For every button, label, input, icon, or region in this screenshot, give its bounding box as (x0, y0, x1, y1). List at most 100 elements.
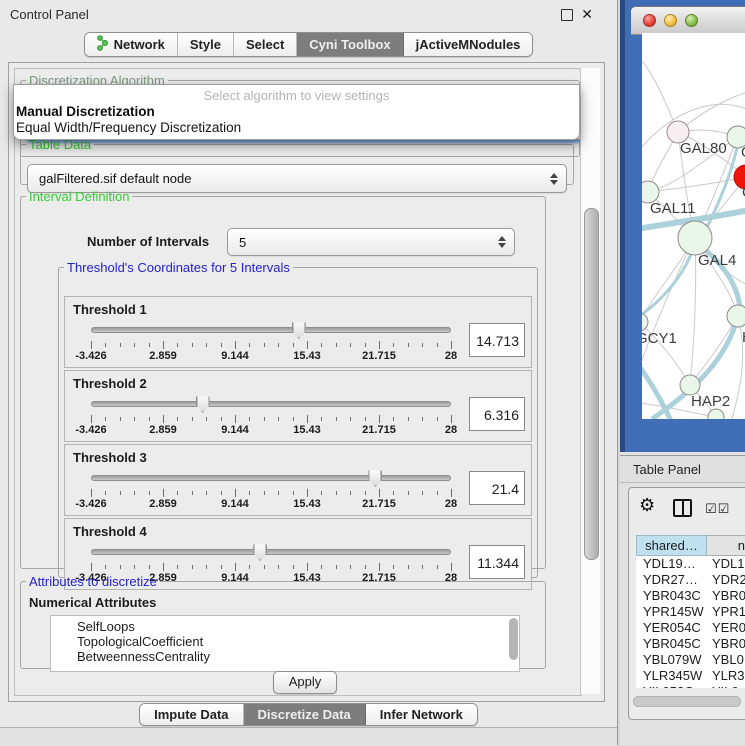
slider-tick (206, 343, 207, 347)
slider-thumb[interactable] (368, 469, 382, 487)
table-row[interactable]: YDR27…YDR2 (636, 572, 745, 588)
node-label: GAL4 (698, 252, 736, 269)
table-row[interactable]: YPR145WYPR1 (636, 604, 745, 620)
algorithm-item-equal-width[interactable]: Equal Width/Frequency Discretization (16, 120, 241, 135)
slider-tick (408, 343, 409, 347)
slider-thumb[interactable] (292, 321, 306, 339)
scrollbar-thumb[interactable] (584, 208, 599, 560)
tab-cyni-toolbox[interactable]: Cyni Toolbox (297, 33, 403, 56)
tab-cyni-toolbox-label: Cyni Toolbox (309, 37, 390, 52)
slider-tick-label: 2.859 (149, 498, 177, 510)
table-cell-name: YER0 (707, 620, 745, 636)
slider-tick (408, 565, 409, 569)
slider-tick (163, 341, 164, 349)
table-row[interactable]: YBL079WYBL0 (636, 652, 745, 668)
column-checkboxes-icon[interactable]: ☑☑ (705, 501, 730, 517)
slider-tick-label: -3.426 (75, 424, 106, 436)
slider-tick (192, 565, 193, 569)
tab-network[interactable]: Network (85, 33, 178, 56)
slider-track (91, 401, 451, 407)
algorithm-item-manual[interactable]: Manual Discretization (16, 104, 155, 119)
close-traffic-light[interactable] (643, 14, 656, 27)
network-node[interactable] (708, 409, 724, 419)
slider-tick (249, 565, 250, 569)
slider-track (91, 327, 451, 333)
table-row[interactable]: YLR345WYLR3 (636, 668, 745, 684)
attribute-list-item[interactable]: BetweennessCentrality (51, 649, 519, 664)
slider-track (91, 475, 451, 481)
apply-button[interactable]: Apply (273, 671, 337, 694)
tab-style[interactable]: Style (178, 33, 234, 56)
network-canvas[interactable]: GAL80GACGAL11GAL4GCY1HHAP2 (642, 33, 745, 419)
threshold-value-field[interactable]: 21.4 (469, 471, 525, 505)
algorithm-placeholder-item[interactable]: Select algorithm to view settings (14, 88, 579, 103)
table-row[interactable]: YER054CYER0 (636, 620, 745, 636)
threshold-slider[interactable]: -3.4262.8599.14415.4321.71528 (83, 469, 459, 511)
tab-discretize-data[interactable]: Discretize Data (244, 704, 366, 725)
slider-tick-label: 9.144 (221, 498, 249, 510)
slider-tick (264, 343, 265, 347)
number-of-intervals-combo[interactable]: 5 (227, 228, 515, 256)
network-node[interactable] (678, 221, 712, 255)
threshold-slider[interactable]: -3.4262.8599.14415.4321.71528 (83, 321, 459, 363)
slider-tick (350, 343, 351, 347)
slider-tick (235, 489, 236, 497)
slider-tick (451, 563, 452, 571)
network-node[interactable] (680, 375, 700, 395)
control-panel-footer (0, 727, 617, 746)
threshold-title: Threshold 1 (73, 302, 147, 317)
slider-tick (192, 491, 193, 495)
algorithm-dropdown-popup: Select algorithm to view settings Manual… (13, 84, 580, 140)
slider-tick (105, 565, 106, 569)
table-row[interactable]: YIL052CYIL0 (636, 684, 745, 688)
slider-tick (307, 341, 308, 349)
settings-vertical-scrollbar[interactable] (580, 68, 600, 694)
slider-tick (149, 417, 150, 421)
table-cell-shared-name: YIL052C (636, 684, 707, 688)
settings-scrollpane: Discretization Algorithm Table Data galF… (14, 68, 582, 696)
attribute-list-item[interactable]: SelfLoops (51, 619, 519, 634)
tab-jactivemnodules[interactable]: jActiveMNodules (404, 33, 533, 56)
number-of-intervals-value: 5 (228, 235, 495, 250)
slider-tick (235, 563, 236, 571)
top-tab-bar: Network Style Select Cyni Toolbox jActiv… (0, 32, 617, 57)
slider-tick-label: 15.43 (293, 350, 321, 362)
table-horizontal-scrollbar[interactable] (633, 696, 741, 707)
slider-thumb[interactable] (196, 395, 210, 413)
slider-thumb[interactable] (253, 543, 267, 561)
table-cell-name: YBR0 (707, 636, 745, 652)
threshold-slider[interactable]: -3.4262.8599.14415.4321.71528 (83, 395, 459, 437)
threshold-value-field[interactable]: 6.316 (469, 397, 525, 431)
table-row[interactable]: YBR045CYBR0 (636, 636, 745, 652)
close-icon[interactable]: ✕ (581, 6, 593, 23)
zoom-traffic-light[interactable] (685, 14, 698, 27)
node-label: HAP2 (691, 393, 730, 410)
numerical-attributes-list[interactable]: SelfLoopsTopologicalCoefficientBetweenne… (50, 615, 520, 672)
tab-infer-network[interactable]: Infer Network (366, 704, 477, 725)
network-window-titlebar[interactable] (631, 6, 745, 35)
tab-impute-data[interactable]: Impute Data (140, 704, 243, 725)
split-columns-icon[interactable] (673, 499, 692, 517)
slider-tick (437, 491, 438, 495)
minimize-traffic-light[interactable] (664, 14, 677, 27)
window-title: Control Panel (10, 7, 89, 22)
table-cell-name: YBL0 (707, 652, 745, 668)
slider-tick (336, 417, 337, 421)
slider-tick (134, 491, 135, 495)
table-row[interactable]: YBR043CYBR0 (636, 588, 745, 604)
column-header-name[interactable]: n (707, 535, 745, 556)
slider-track (91, 549, 451, 555)
network-node[interactable] (727, 305, 745, 327)
slider-tick (120, 491, 121, 495)
table-row[interactable]: YDL19…YDL1 (636, 556, 745, 572)
network-node[interactable] (642, 313, 648, 331)
slider-tick (278, 491, 279, 495)
attribute-list-item[interactable]: TopologicalCoefficient (51, 634, 519, 649)
attributes-list-scrollbar[interactable] (509, 618, 518, 660)
float-window-icon[interactable] (561, 9, 573, 21)
gear-icon[interactable]: ⚙ (639, 496, 655, 514)
tab-select[interactable]: Select (234, 33, 297, 56)
threshold-value-field[interactable]: 14.713 (469, 323, 525, 357)
column-header-shared-name[interactable]: shared… (636, 535, 707, 556)
slider-tick (393, 343, 394, 347)
